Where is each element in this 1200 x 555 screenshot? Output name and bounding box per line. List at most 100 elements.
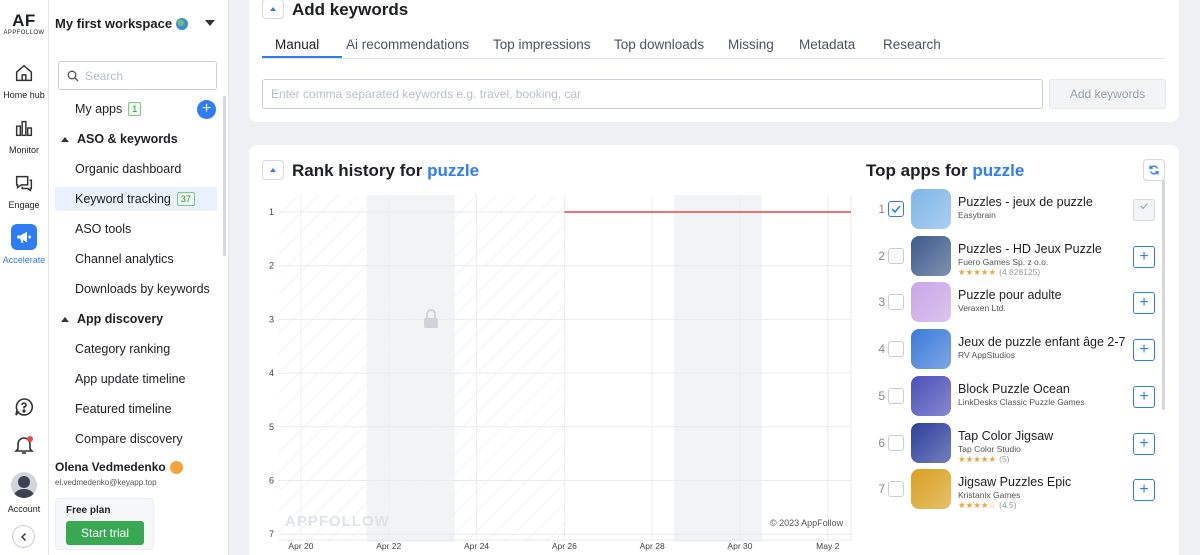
tab-research[interactable]: Research [883, 37, 941, 52]
sidebar-item-keyword-tracking[interactable]: Keyword tracking 37 [55, 187, 217, 211]
app-added-button[interactable] [1133, 199, 1155, 221]
add-app-to-tracking-button[interactable]: + [1133, 479, 1155, 502]
sidebar-scrollbar[interactable] [223, 96, 226, 256]
collapse-sidebar-button[interactable] [12, 525, 35, 548]
category-ranking-label: Category ranking [75, 342, 171, 356]
add-app-to-tracking-button[interactable]: + [1133, 385, 1155, 408]
sidebar-section-aso[interactable]: ASO & keywords [55, 127, 217, 151]
chart-copyright: © 2023 AppFollow [770, 518, 844, 528]
sidebar-search[interactable] [58, 61, 217, 90]
rail-engage-label: Engage [8, 200, 40, 210]
sidebar-item-compare-discovery[interactable]: Compare discovery [55, 427, 217, 451]
rail-monitor[interactable]: Monitor [0, 117, 48, 155]
app-rating: ★★★★☆ (4.5) [958, 500, 1017, 511]
x-tick-label: Apr 30 [727, 541, 752, 551]
tab-missing[interactable]: Missing [728, 37, 774, 52]
sidebar-item-organic-dashboard[interactable]: Organic dashboard [55, 157, 217, 181]
sidebar-item-channel-analytics[interactable]: Channel analytics [55, 247, 217, 271]
add-keywords-button[interactable]: Add keywords [1049, 79, 1166, 109]
keywords-input[interactable] [262, 79, 1043, 109]
top-apps-title: Top apps for puzzle [866, 161, 1024, 181]
x-tick-label: Apr 26 [552, 541, 577, 551]
app-row[interactable]: 7 Jigsaw Puzzles Epic Kristanix Games ★★★★☆… [866, 468, 1166, 510]
add-app-to-tracking-button[interactable]: + [1133, 432, 1155, 455]
organic-dashboard-label: Organic dashboard [75, 162, 182, 176]
rail-accelerate[interactable]: Accelerate [0, 224, 48, 265]
sidebar-section-app-discovery[interactable]: App discovery [55, 307, 217, 331]
user-email: el.vedmedenko@keyapp.top [55, 478, 157, 487]
app-select-checkbox[interactable] [888, 387, 904, 404]
app-icon [911, 189, 951, 229]
app-row[interactable]: 6 Tap Color Jigsaw Tap Color Studio ★★★★★ (5… [866, 422, 1166, 464]
sidebar-item-downloads-by-keywords[interactable]: Downloads by keywords [55, 277, 217, 301]
rating-stars: ★★★★★ [958, 453, 997, 464]
tab-ai-recommendations[interactable]: Ai recommendations [346, 37, 469, 52]
y-tick-label: 6 [269, 476, 274, 486]
app-select-checkbox[interactable] [888, 434, 904, 451]
top-apps-scrollbar[interactable] [1162, 180, 1165, 410]
add-app-to-tracking-button[interactable]: + [1133, 292, 1155, 315]
app-row[interactable]: 3 Puzzle pour adulte Veraxen Ltd. + [866, 281, 1166, 323]
workspace-selector[interactable]: My first workspace [55, 16, 189, 31]
bar-chart-icon [15, 120, 33, 137]
app-row[interactable]: 1 Puzzles - jeux de puzzle Easybrain [866, 188, 1166, 230]
left-rail: AF APPFOLLOW Home hub Monitor Engage Acc… [0, 0, 49, 555]
app-select-checkbox[interactable] [888, 481, 904, 498]
sidebar-item-category-ranking[interactable]: Category ranking [55, 337, 217, 361]
rating-value: (4.5) [999, 500, 1017, 511]
bell-icon[interactable] [12, 433, 36, 457]
logo-text: AF [12, 11, 36, 30]
my-apps-count-badge: 1 [128, 102, 142, 116]
app-select-checkbox[interactable] [888, 201, 904, 217]
start-trial-button[interactable]: Start trial [66, 521, 144, 545]
app-rank: 2 [878, 248, 885, 263]
app-select-checkbox[interactable] [888, 294, 904, 311]
collapse-add-keywords-button[interactable] [262, 0, 284, 19]
tab-manual[interactable]: Manual [275, 37, 319, 52]
x-tick-label: May 2 [816, 541, 839, 551]
app-name: Jeux de puzzle enfant âge 2-7 [958, 335, 1126, 350]
my-apps-label: My apps [75, 102, 123, 116]
sidebar-item-app-update-timeline[interactable]: App update timeline [55, 367, 217, 391]
y-tick-label: 3 [269, 314, 274, 324]
tab-top-downloads[interactable]: Top downloads [614, 37, 704, 52]
x-tick-label: Apr 20 [288, 541, 313, 551]
keyword-source-tabs: Manual Ai recommendations Top impression… [262, 29, 1165, 59]
rail-monitor-label: Monitor [8, 145, 39, 155]
search-input[interactable] [85, 68, 205, 83]
rail-home-hub[interactable]: Home hub [0, 62, 48, 100]
rank-history-chart: 1 2 3 4 5 6 7 Apr 20 Apr 22 Apr 24 Apr 26 Apr 28 Ap… [269, 195, 852, 551]
add-app-to-tracking-button[interactable]: + [1133, 339, 1155, 362]
tab-top-impressions[interactable]: Top impressions [493, 37, 591, 52]
help-icon[interactable] [12, 395, 36, 419]
sidebar-item-my-apps[interactable]: My apps 1 [55, 97, 217, 121]
workspace-caret-icon[interactable] [205, 20, 215, 26]
sidebar-item-featured-timeline[interactable]: Featured timeline [55, 397, 217, 421]
tab-metadata[interactable]: Metadata [799, 37, 855, 52]
megaphone-icon [11, 224, 37, 250]
appfollow-logo[interactable]: AF APPFOLLOW [0, 12, 48, 36]
plan-card: Free plan Start trial [55, 498, 154, 550]
sidebar: My first workspace My apps 1 + ASO & key… [49, 0, 229, 555]
app-select-checkbox[interactable] [888, 247, 904, 264]
rank-history-card: Rank history for puzzle 1234567 Apr 20 Ap… [249, 145, 1179, 555]
app-rank: 6 [878, 435, 885, 450]
add-app-button[interactable]: + [197, 100, 216, 119]
app-row[interactable]: 2 Puzzles - HD Jeux Puzzle Fuero Games Sp.… [866, 235, 1166, 277]
rail-account[interactable]: Account [0, 472, 48, 514]
app-developer: Easybrain [958, 210, 996, 220]
rail-engage[interactable]: Engage [0, 172, 48, 210]
refresh-button[interactable] [1143, 159, 1165, 181]
app-select-checkbox[interactable] [888, 341, 904, 358]
add-app-to-tracking-button[interactable]: + [1133, 245, 1155, 268]
weekend-band [366, 195, 455, 542]
app-name: Block Puzzle Ocean [958, 381, 1070, 396]
app-icon [911, 282, 951, 323]
keyword-tracking-count-badge: 37 [176, 192, 195, 206]
app-row[interactable]: 5 Block Puzzle Ocean LinkDesks Classic Puz… [866, 375, 1166, 417]
sidebar-item-aso-tools[interactable]: ASO tools [55, 217, 217, 241]
app-name: Tap Color Jigsaw [958, 428, 1054, 443]
chevron-up-icon [61, 136, 69, 142]
avatar [11, 472, 37, 498]
app-row[interactable]: 4 Jeux de puzzle enfant âge 2-7 RV AppStud… [866, 328, 1166, 370]
